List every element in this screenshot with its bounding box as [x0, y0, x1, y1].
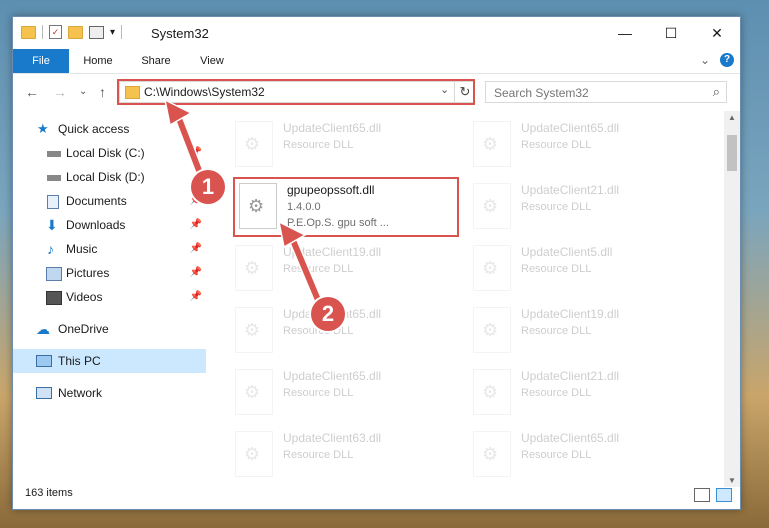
arrow-2-shaft — [289, 236, 321, 302]
callout-badge-1: 1 — [191, 170, 225, 204]
arrow-1-head — [163, 98, 193, 127]
annotation-arrows — [163, 98, 323, 302]
arrow-2-head — [277, 220, 307, 249]
callout-badge-2: 2 — [311, 297, 345, 331]
